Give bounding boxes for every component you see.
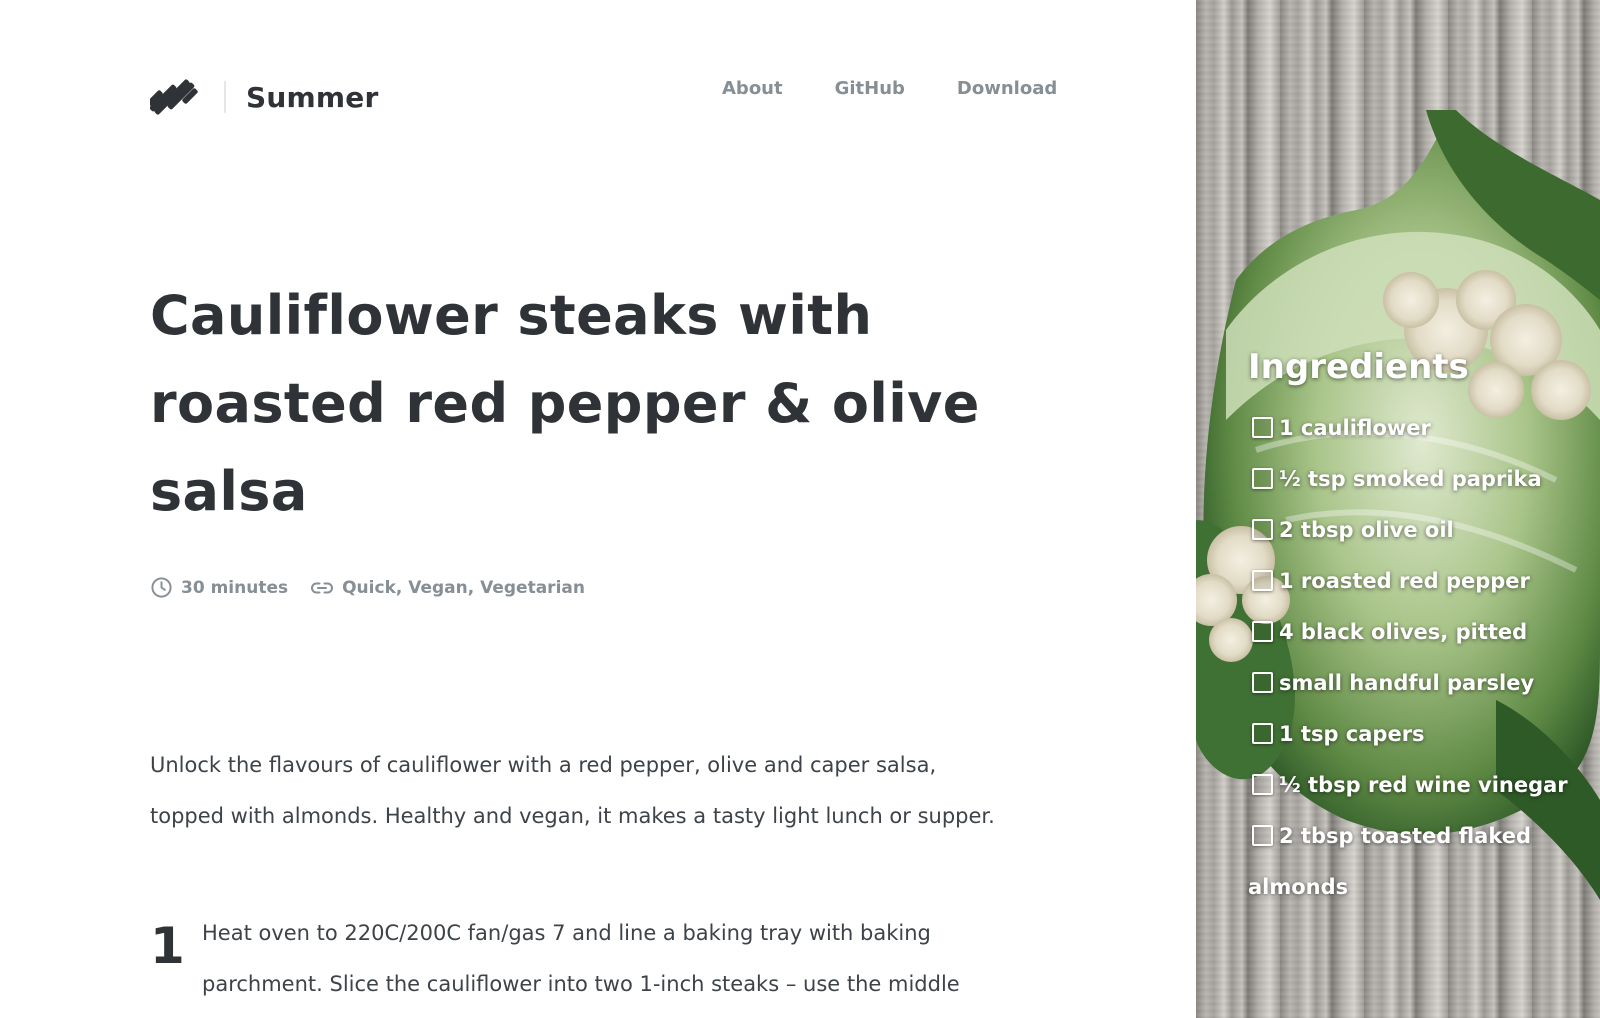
brand-divider <box>224 81 226 113</box>
recipe-meta: 30 minutes Quick, Vegan, Vegetarian <box>150 576 585 599</box>
brand-home-link[interactable]: Summer <box>150 70 378 124</box>
ingredient-item: 2 tbsp olive oil <box>1248 505 1568 556</box>
brand-name: Summer <box>246 80 379 114</box>
ingredient-item: ½ tbsp red wine vinegar <box>1248 760 1568 811</box>
nav-link-about[interactable]: About <box>722 78 783 99</box>
main-nav: About GitHub Download <box>722 78 1057 99</box>
ingredient-item: 1 tsp capers <box>1248 709 1568 760</box>
ingredient-item: 1 cauliflower <box>1248 403 1568 454</box>
ingredients-list: 1 cauliflower ½ tsp smoked paprika 2 tbs… <box>1248 403 1568 913</box>
ingredients-title: Ingredients <box>1248 347 1469 387</box>
ingredient-checkbox[interactable] <box>1252 825 1273 846</box>
ingredient-label[interactable]: small handful parsley <box>1248 671 1534 695</box>
recipe-step: 1 Heat oven to 220C/200C fan/gas 7 and l… <box>150 917 1020 1010</box>
ingredient-checkbox[interactable] <box>1252 468 1273 489</box>
main-column: Summer About GitHub Download Cauliflower… <box>0 0 1196 1018</box>
ingredient-label[interactable]: 4 black olives, pitted <box>1248 620 1527 644</box>
ingredient-text: 2 tbsp toasted flaked almonds <box>1248 824 1532 899</box>
nav-link-download[interactable]: Download <box>957 78 1057 99</box>
ingredient-label[interactable]: 2 tbsp olive oil <box>1248 518 1454 542</box>
ingredient-item: 1 roasted red pepper <box>1248 556 1568 607</box>
ingredient-label[interactable]: ½ tsp smoked paprika <box>1248 467 1542 491</box>
ingredient-text: 1 cauliflower <box>1279 416 1431 440</box>
diagonal-stripes-logo-icon <box>150 79 198 115</box>
ingredient-text: 2 tbsp olive oil <box>1279 518 1454 542</box>
ingredient-label[interactable]: 2 tbsp toasted flaked almonds <box>1248 824 1531 899</box>
ingredient-text: ½ tbsp red wine vinegar <box>1279 773 1568 797</box>
ingredient-text: ½ tsp smoked paprika <box>1279 467 1542 491</box>
ingredient-text: 4 black olives, pitted <box>1279 620 1528 644</box>
step-number: 1 <box>150 917 185 975</box>
nav-link-github[interactable]: GitHub <box>835 78 905 99</box>
meta-time: 30 minutes <box>150 576 288 599</box>
ingredient-item: 4 black olives, pitted <box>1248 607 1568 658</box>
ingredient-text: 1 tsp capers <box>1279 722 1425 746</box>
ingredient-label[interactable]: ½ tbsp red wine vinegar <box>1248 773 1568 797</box>
ingredient-checkbox[interactable] <box>1252 519 1273 540</box>
ingredient-item: small handful parsley <box>1248 658 1568 709</box>
ingredient-text: 1 roasted red pepper <box>1279 569 1530 593</box>
ingredients-section: Ingredients 1 cauliflower ½ tsp smoked p… <box>1248 345 1568 913</box>
ingredient-label[interactable]: 1 cauliflower <box>1248 416 1431 440</box>
ingredient-checkbox[interactable] <box>1252 570 1273 591</box>
recipe-intro: Unlock the flavours of cauliflower with … <box>150 753 995 828</box>
ingredient-checkbox[interactable] <box>1252 417 1273 438</box>
meta-tags: Quick, Vegan, Vegetarian <box>310 578 585 598</box>
ingredient-item: 2 tbsp toasted flaked almonds <box>1248 811 1568 913</box>
ingredient-label[interactable]: 1 roasted red pepper <box>1248 569 1530 593</box>
ingredient-label[interactable]: 1 tsp capers <box>1248 722 1425 746</box>
step-text: Heat oven to 220C/200C fan/gas 7 and lin… <box>202 921 960 996</box>
ingredient-checkbox[interactable] <box>1252 723 1273 744</box>
ingredient-checkbox[interactable] <box>1252 774 1273 795</box>
link-icon <box>311 582 334 593</box>
ingredient-text: small handful parsley <box>1279 671 1535 695</box>
ingredient-checkbox[interactable] <box>1252 621 1273 642</box>
meta-time-text: 30 minutes <box>181 577 289 598</box>
ingredient-checkbox[interactable] <box>1252 672 1273 693</box>
ingredient-item: ½ tsp smoked paprika <box>1248 454 1568 505</box>
clock-icon <box>151 577 172 598</box>
meta-tags-text: Quick, Vegan, Vegetarian <box>342 577 585 598</box>
recipe-title: Cauliflower steaks with roasted red pepp… <box>150 284 980 523</box>
